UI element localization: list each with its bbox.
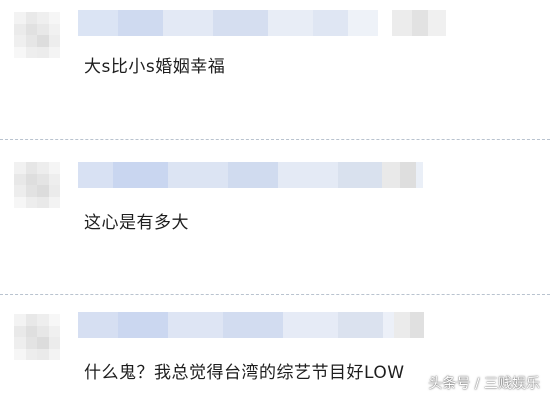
comment-divider: [0, 294, 550, 295]
avatar[interactable]: [14, 162, 60, 208]
comment-text: 什么鬼？我总觉得台湾的综艺节目好LOW: [84, 363, 405, 383]
meta-blurred: [392, 10, 446, 36]
username-blurred[interactable]: [78, 162, 423, 188]
comment-item: 大s比小s婚姻幸福: [0, 0, 550, 130]
meta-blurred: [394, 312, 424, 338]
comment-divider: [0, 139, 550, 140]
watermark: 头条号 / 三贱娱乐: [428, 376, 540, 392]
avatar[interactable]: [14, 12, 60, 58]
username-blurred[interactable]: [78, 312, 418, 338]
username-blurred[interactable]: [78, 10, 378, 36]
comment-text: 这心是有多大: [84, 213, 189, 233]
comment-item: 这心是有多大: [0, 150, 550, 290]
comment-text: 大s比小s婚姻幸福: [84, 57, 226, 77]
meta-blurred: [382, 162, 416, 188]
avatar[interactable]: [14, 314, 60, 360]
